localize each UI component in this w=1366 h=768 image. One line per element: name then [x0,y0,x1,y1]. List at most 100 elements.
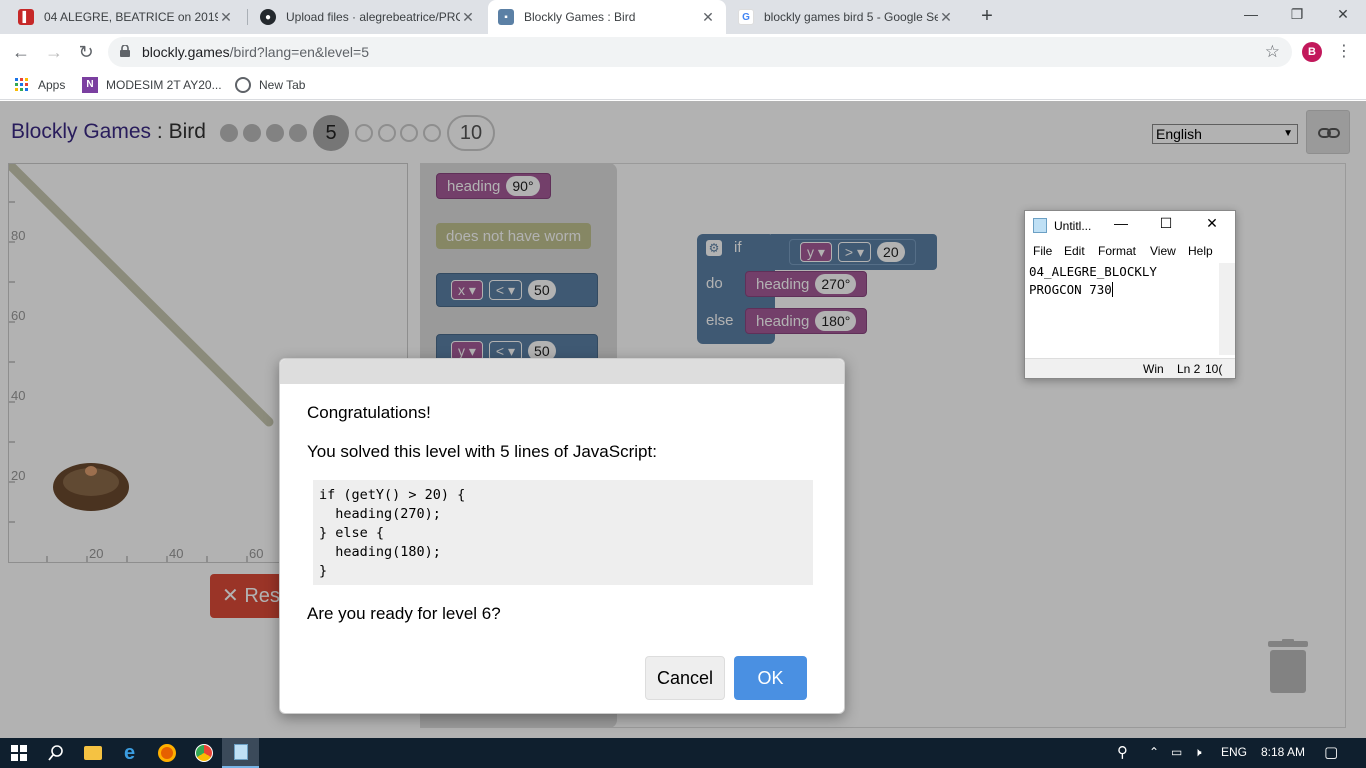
dialog-message: You solved this level with 5 lines of Ja… [307,442,657,461]
text-content: PROGCON 730 [1029,282,1112,297]
code-line: } [319,563,328,579]
menu-format[interactable]: Format [1098,244,1136,258]
menu-help[interactable]: Help [1188,244,1213,258]
volume-muted-icon[interactable]: 🕨 [1194,745,1202,760]
network-icon[interactable]: ▭ [1171,745,1182,759]
profile-avatar[interactable]: B [1302,42,1322,62]
tab-2[interactable]: ● Upload files · alegrebeatrice/PRO ✕ [250,0,486,34]
notepad-taskbar-icon[interactable] [222,738,259,768]
close-tab-icon[interactable]: ✕ [938,9,954,26]
tab-divider [247,9,248,25]
code-line: heading(270); [319,506,441,522]
text-line: 04_ALEGRE_BLOCKLY [1029,264,1157,279]
notepad-window: Untitl... — ☐ ✕ File Edit Format View He… [1024,210,1236,379]
onenote-icon: N [82,77,98,93]
chevron-up-icon[interactable]: ⌃ [1149,745,1159,759]
tab-1[interactable]: ▌ 04 ALEGRE, BEATRICE on 2019T2 ✕ [8,0,244,34]
dialog-header [280,359,844,384]
dialog-question: Are you ready for level 6? [307,604,501,623]
bookmark-label: MODESIM 2T AY20... [106,78,222,92]
text-line: PROGCON 730​ [1029,281,1219,299]
code-line: heading(180); [319,544,441,560]
menu-view[interactable]: View [1150,244,1176,258]
start-icon[interactable] [0,738,37,768]
reload-icon[interactable]: ↻ [74,40,98,64]
url-text: blockly.games/bird?lang=en&level=5 [142,44,370,60]
input-language[interactable]: ENG [1221,745,1247,759]
notepad-logo-icon [233,744,248,760]
close-window-icon[interactable]: ✕ [1320,0,1366,30]
restore-icon[interactable]: ❐ [1274,0,1320,30]
tab-title: Upload files · alegrebeatrice/PRO [286,10,460,24]
chrome-icon[interactable] [185,738,222,768]
menu-file[interactable]: File [1033,244,1052,258]
bookmark-label: New Tab [259,78,306,92]
bookmark-newtab[interactable]: New Tab [235,76,305,94]
forward-icon[interactable]: → [42,40,66,64]
new-tab-icon[interactable]: + [976,5,998,27]
notepad-titlebar[interactable]: Untitl... — ☐ ✕ [1025,211,1235,241]
tab-3[interactable]: ▪ Blockly Games : Bird ✕ [488,0,726,34]
bookmark-label: Apps [38,78,66,92]
bookmark-modesim[interactable]: N MODESIM 2T AY20... [82,76,222,94]
address-bar[interactable]: blockly.games/bird?lang=en&level=5 ☆ [108,37,1292,67]
file-explorer-icon[interactable] [74,738,111,768]
notepad-menubar: File Edit Format View Help [1025,243,1235,261]
close-tab-icon[interactable]: ✕ [700,9,716,26]
magnifier-icon [47,745,63,761]
status-zoom: 10( [1205,362,1223,376]
close-tab-icon[interactable]: ✕ [460,9,476,26]
firefox-icon[interactable] [148,738,185,768]
tab-title: blockly games bird 5 - Google Se [764,10,938,24]
bookmark-apps[interactable]: Apps [14,76,65,94]
apps-grid-icon [15,78,28,91]
minimize-icon[interactable]: — [1111,215,1131,231]
tab-title: Blockly Games : Bird [524,10,636,24]
firefox-logo-icon [157,744,176,762]
menu-kebab-icon[interactable]: ⋮ [1336,40,1352,64]
status-position: Ln 2 [1177,362,1201,376]
windows-logo-icon [10,745,27,761]
code-line: if (getY() > 20) { [319,487,466,503]
bookmark-star-icon[interactable]: ☆ [1265,42,1280,62]
congratulations-dialog: Congratulations! You solved this level w… [279,358,845,714]
notifications-icon[interactable]: ▢ [1324,743,1338,761]
minimize-icon[interactable]: — [1228,0,1274,30]
github-favicon-icon: ● [260,9,276,25]
notepad-text-area[interactable]: 04_ALEGRE_BLOCKLY PROGCON 730​ [1029,263,1219,355]
status-encoding: Win [1143,362,1164,376]
code-line: } else { [319,525,385,541]
cancel-button[interactable]: Cancel [645,656,725,700]
canvas-favicon-icon: ▌ [18,9,34,25]
lock-icon [120,45,130,57]
maximize-icon[interactable]: ☐ [1156,215,1176,232]
browser-toolbar: ← → ↻ blockly.games/bird?lang=en&level=5… [0,34,1366,70]
text-caret: ​ [1111,282,1113,297]
tab-4[interactable]: G blockly games bird 5 - Google Se ✕ [728,0,964,34]
folder-icon [83,746,102,760]
ok-button[interactable]: OK [734,656,807,700]
tab-title: 04 ALEGRE, BEATRICE on 2019T2 [44,10,218,24]
edge-icon[interactable]: e [111,738,148,768]
people-icon[interactable]: ⚲ [1117,743,1128,761]
code-block: if (getY() > 20) { heading(270); } else {… [313,480,813,585]
dialog-title: Congratulations! [307,403,431,422]
blockly-page: Blockly Games : Bird 5 10 English ▼ 80 6… [0,101,1366,738]
close-tab-icon[interactable]: ✕ [218,9,234,26]
menu-edit[interactable]: Edit [1064,244,1085,258]
notepad-title: Untitl... [1054,219,1092,233]
back-icon[interactable]: ← [9,40,33,64]
vertical-scrollbar[interactable] [1219,263,1235,355]
windows-taskbar: e ⚲ ⌃ ▭ 🕨 ENG 8:18 AM ▢ [0,738,1366,768]
close-window-icon[interactable]: ✕ [1202,215,1222,232]
clock[interactable]: 8:18 AM [1261,745,1305,759]
blockly-favicon-icon: ▪ [498,9,514,25]
globe-icon [235,77,251,93]
notepad-statusbar: Win Ln 2 10( [1025,358,1235,378]
tab-strip: ▌ 04 ALEGRE, BEATRICE on 2019T2 ✕ ● Uplo… [0,0,1366,34]
bookmarks-bar: Apps N MODESIM 2T AY20... New Tab [0,70,1366,100]
edge-logo-icon: e [123,741,136,764]
search-icon[interactable] [37,738,74,768]
google-favicon-icon: G [738,9,754,25]
chrome-logo-icon [194,744,213,762]
